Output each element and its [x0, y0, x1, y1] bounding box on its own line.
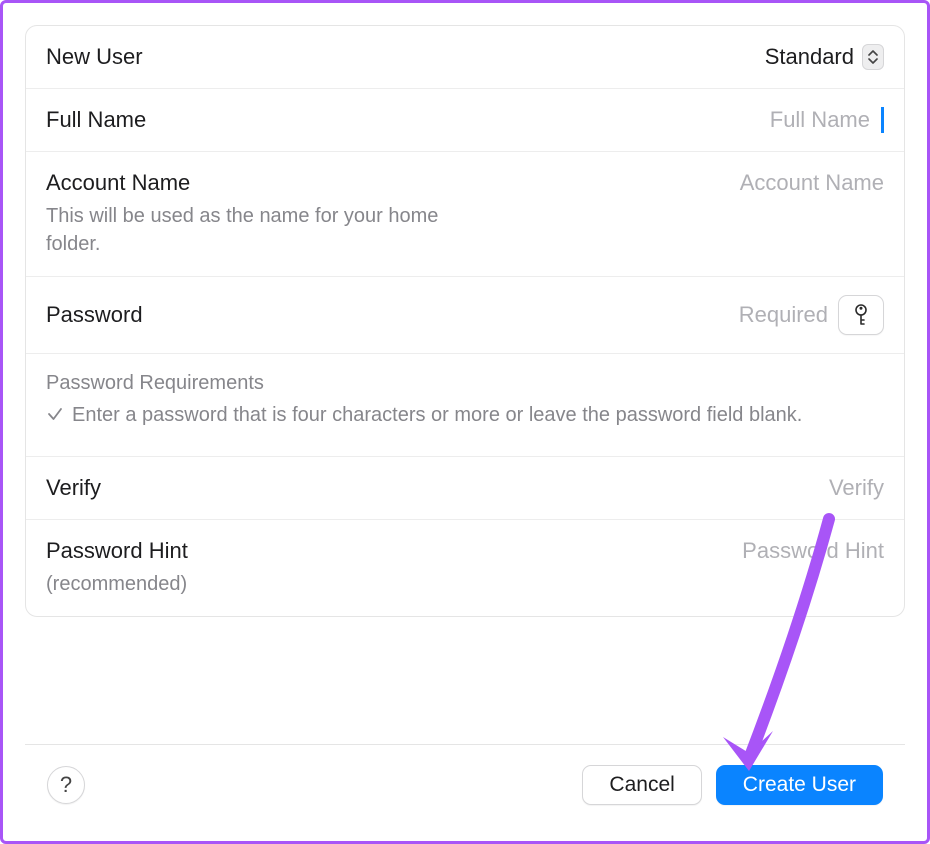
password-row: Password: [26, 277, 904, 354]
key-icon: [851, 303, 871, 327]
footer: ? Cancel Create User: [25, 745, 905, 819]
account-name-sublabel: This will be used as the name for your h…: [46, 202, 446, 258]
password-input[interactable]: [648, 302, 828, 328]
cancel-button[interactable]: Cancel: [582, 765, 701, 805]
check-icon: [46, 403, 64, 432]
password-assistant-button[interactable]: [838, 295, 884, 335]
account-name-input[interactable]: [624, 170, 884, 196]
hint-sublabel: (recommended): [46, 570, 446, 598]
account-name-row: Account Name This will be used as the na…: [26, 152, 904, 277]
create-user-button[interactable]: Create User: [716, 765, 883, 805]
help-button[interactable]: ?: [47, 766, 85, 804]
full-name-label: Full Name: [46, 107, 610, 133]
hint-row: Password Hint (recommended): [26, 520, 904, 616]
user-type-select[interactable]: Standard: [765, 44, 884, 70]
updown-icon: [862, 44, 884, 70]
password-label: Password: [46, 302, 648, 328]
help-icon: ?: [60, 772, 72, 798]
requirement-text: Enter a password that is four characters…: [72, 401, 802, 430]
account-name-label: Account Name: [46, 170, 624, 196]
new-user-form: New User Standard Full Name: [25, 25, 905, 617]
verify-row: Verify: [26, 457, 904, 520]
password-requirements: Password Requirements Enter a password t…: [26, 354, 904, 457]
hint-input[interactable]: [624, 538, 884, 564]
user-type-value: Standard: [765, 44, 854, 70]
full-name-row: Full Name: [26, 89, 904, 152]
user-type-row: New User Standard: [26, 26, 904, 89]
hint-label: Password Hint: [46, 538, 624, 564]
title-label: New User: [46, 44, 765, 70]
requirements-title: Password Requirements: [46, 372, 884, 395]
verify-input[interactable]: [624, 475, 884, 501]
verify-label: Verify: [46, 475, 624, 501]
text-cursor: [881, 107, 884, 133]
full-name-input[interactable]: [610, 107, 870, 133]
